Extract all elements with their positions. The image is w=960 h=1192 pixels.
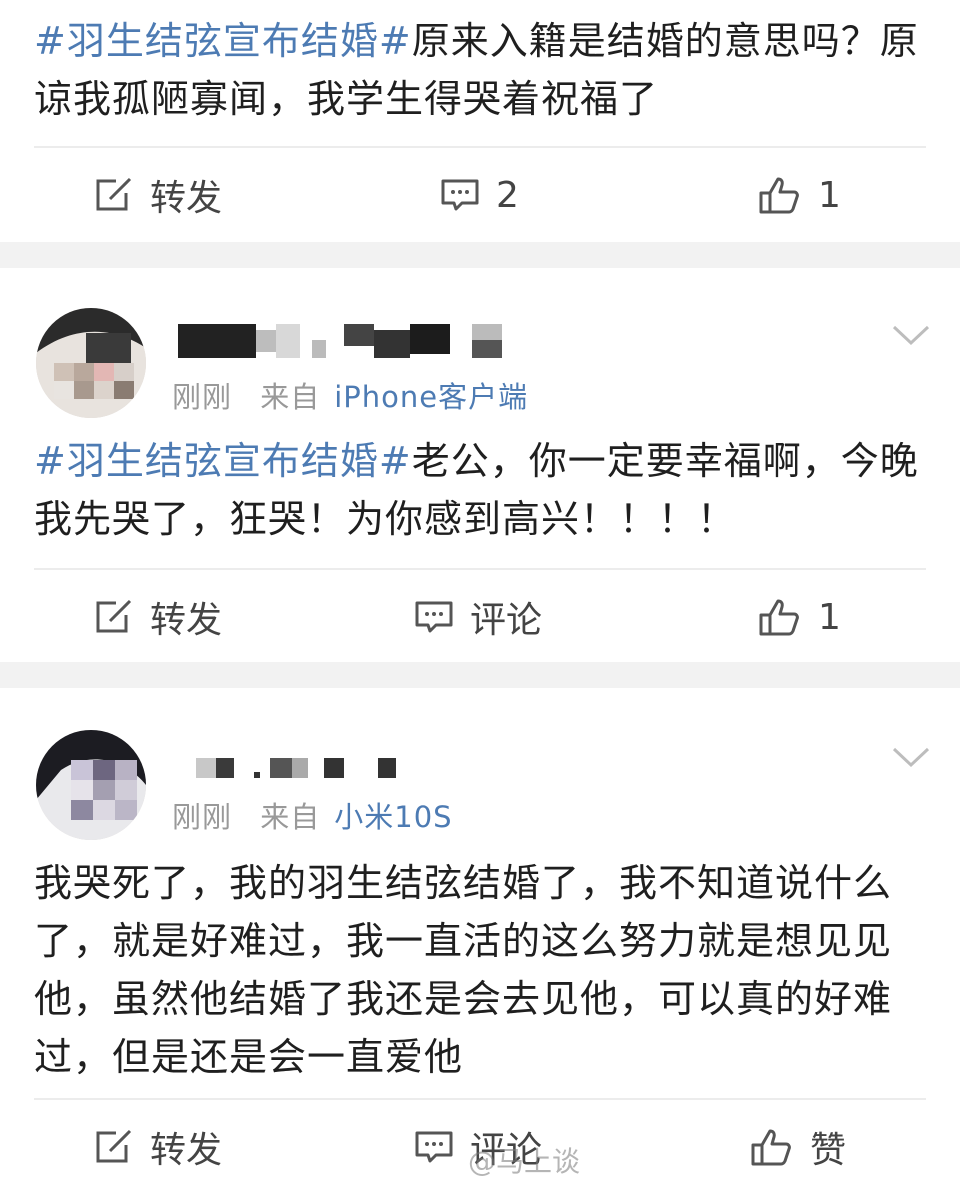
post-2-text-line1: 老公，你一定要幸福啊，今晚 (411, 439, 919, 483)
post-2-actions: 转发 评论 1 (0, 572, 960, 662)
post-3: 刚刚 来自 小米10S 我哭死了，我的羽生结弦结婚了，我不知道说什么 了，就是好难… (0, 688, 960, 1186)
post-1-text-line2: 谅我孤陋寡闻，我学生得哭着祝福了 (34, 77, 659, 121)
post-3-text-line4: 过，但是还是会一直爱他 (34, 1035, 464, 1079)
divider (34, 568, 926, 570)
post-2-hashtag[interactable]: #羽生结弦宣布结婚# (34, 439, 412, 483)
username-obscured[interactable] (172, 320, 552, 364)
post-time: 刚刚 (172, 380, 233, 414)
comment-button[interactable]: 评论 (414, 572, 542, 662)
divider (34, 146, 926, 148)
post-1-hashtag[interactable]: #羽生结弦宣布结婚# (34, 19, 412, 63)
post-from: 来自 (260, 380, 321, 414)
feed-separator (0, 662, 960, 688)
comment-icon (415, 601, 453, 633)
like-button[interactable]: 1 (758, 150, 841, 240)
post-source[interactable]: 小米10S (334, 800, 452, 834)
like-label: 赞 (810, 1130, 847, 1171)
post-2-meta: 刚刚 来自 iPhone客户端 (172, 374, 528, 416)
like-icon (759, 599, 799, 636)
watermark-text: @马上谈 (467, 1145, 580, 1178)
like-icon (751, 1129, 791, 1166)
post-source[interactable]: iPhone客户端 (334, 380, 528, 414)
repost-label: 转发 (150, 600, 223, 641)
post-3-text-line1: 我哭死了，我的羽生结弦结婚了，我不知道说什么 (34, 861, 893, 905)
post-3-text-line3: 他，虽然他结婚了我还是会去见他，可以真的好难 (34, 977, 893, 1021)
comment-count: 2 (496, 174, 519, 216)
post-from: 来自 (260, 800, 321, 834)
comment-icon (441, 179, 479, 211)
post-1-actions: 转发 2 1 (0, 150, 960, 240)
like-count: 1 (818, 596, 841, 638)
post-1-text: #羽生结弦宣布结婚#原来入籍是结婚的意思吗？原 谅我孤陋寡闻，我学生得哭着祝福了 (34, 12, 934, 128)
repost-label: 转发 (150, 178, 223, 219)
like-button[interactable]: 1 (758, 572, 841, 662)
comment-icon (415, 1131, 453, 1163)
feed-separator (0, 242, 960, 268)
post-1-text-line1: 原来入籍是结婚的意思吗？原 (411, 19, 919, 63)
post-time: 刚刚 (172, 800, 233, 834)
repost-label: 转发 (150, 1130, 223, 1171)
post-3-meta: 刚刚 来自 小米10S (172, 794, 453, 836)
repost-icon (96, 1129, 132, 1163)
avatar[interactable] (36, 730, 146, 840)
repost-button[interactable]: 转发 (94, 1102, 222, 1192)
chevron-down-icon[interactable] (892, 324, 930, 346)
chevron-down-icon[interactable] (892, 746, 930, 768)
post-1: #羽生结弦宣布结婚#原来入籍是结婚的意思吗？原 谅我孤陋寡闻，我学生得哭着祝福了… (0, 0, 960, 242)
post-2-text: #羽生结弦宣布结婚#老公，你一定要幸福啊，今晚 我先哭了，狂哭！为你感到高兴！！… (34, 432, 934, 548)
repost-icon (96, 177, 132, 211)
repost-button[interactable]: 转发 (94, 572, 222, 662)
repost-button[interactable]: 转发 (94, 150, 222, 240)
comment-label: 评论 (470, 600, 543, 641)
divider (34, 1098, 926, 1100)
post-2-text-line2: 我先哭了，狂哭！为你感到高兴！！！！ (34, 497, 737, 541)
post-3-text: 我哭死了，我的羽生结弦结婚了，我不知道说什么 了，就是好难过，我一直活的这么努力… (34, 854, 934, 1086)
post-3-text-line2: 了，就是好难过，我一直活的这么努力就是想见见 (34, 919, 893, 963)
username-obscured[interactable] (172, 746, 432, 790)
watermark: @马上谈 (468, 1140, 580, 1180)
like-count: 1 (818, 174, 841, 216)
post-2: 刚刚 来自 iPhone客户端 #羽生结弦宣布结婚#老公，你一定要幸福啊，今晚 我… (0, 268, 960, 662)
like-icon (759, 177, 799, 214)
comment-button[interactable]: 2 (440, 150, 519, 240)
repost-icon (96, 599, 132, 633)
like-button[interactable]: 赞 (750, 1102, 846, 1192)
avatar[interactable] (36, 308, 146, 418)
